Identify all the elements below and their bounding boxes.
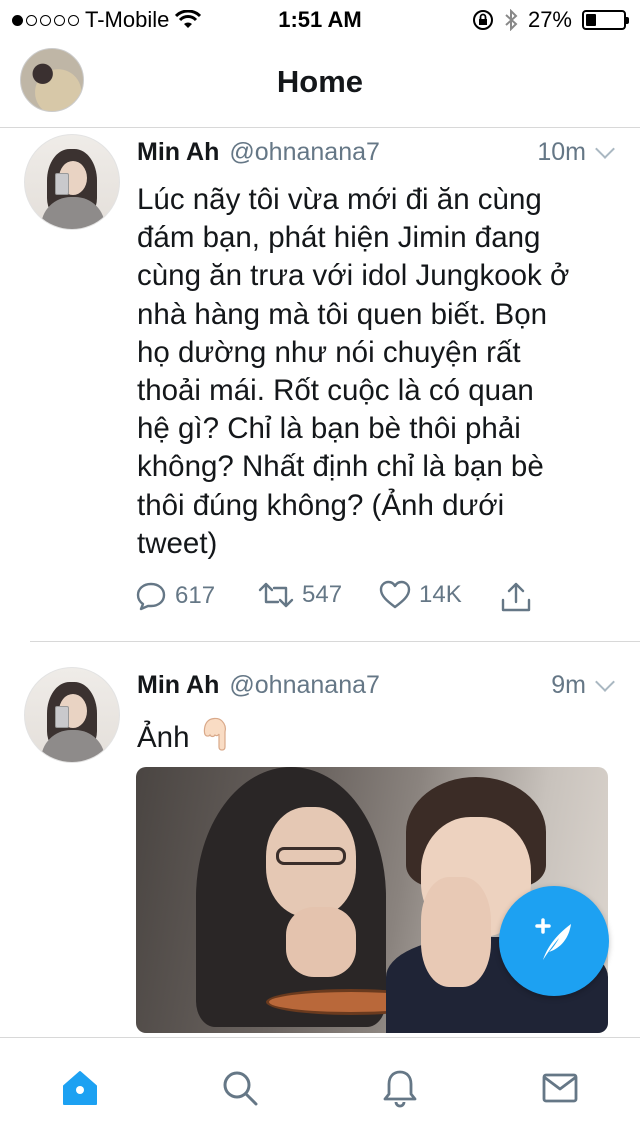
tweet-text-line: Ảnh bbox=[137, 720, 190, 754]
tweet-text-line: thoải mái. Rốt cuộc là có quan bbox=[137, 374, 534, 408]
home-icon bbox=[63, 1071, 97, 1105]
tweet-author-avatar[interactable] bbox=[24, 667, 120, 763]
tweet-text-line: đám bạn, phát hiện Jimin đang bbox=[137, 221, 541, 255]
share-button[interactable] bbox=[499, 580, 533, 614]
notifications-icon bbox=[383, 1070, 417, 1108]
tab-search[interactable] bbox=[218, 1066, 262, 1110]
chevron-down-icon[interactable] bbox=[595, 139, 615, 159]
tab-messages[interactable] bbox=[538, 1066, 582, 1110]
tweet-header: Min Ah @ohnanana7 10m bbox=[137, 136, 615, 168]
home-header: Home bbox=[0, 40, 640, 128]
tweet-header: Min Ah @ohnanana7 9m bbox=[137, 669, 615, 701]
reply-count: 617 bbox=[175, 582, 216, 609]
tweet-timestamp: 10m bbox=[537, 137, 586, 166]
like-count: 14K bbox=[419, 581, 462, 608]
status-bar: T-Mobile 1:51 AM 27% bbox=[0, 0, 640, 40]
orientation-lock-icon bbox=[472, 10, 493, 30]
tweet-text-line: hệ gì? Chỉ là bạn bè thôi phải bbox=[137, 412, 521, 446]
tweet-actions: 617 547 14K bbox=[135, 580, 605, 626]
messages-icon bbox=[542, 1073, 578, 1103]
tweet-timestamp: 9m bbox=[551, 670, 586, 699]
tweet-text: Ảnh bbox=[137, 716, 607, 762]
author-name[interactable]: Min Ah bbox=[137, 138, 219, 167]
reply-button[interactable]: 617 bbox=[135, 580, 215, 612]
compose-tweet-button[interactable] bbox=[499, 886, 609, 996]
tab-notifications[interactable] bbox=[378, 1066, 422, 1110]
tweet-divider bbox=[30, 641, 640, 642]
battery-icon bbox=[582, 10, 629, 30]
tweet-text-line: Lúc nãy tôi vừa mới đi ăn cùng bbox=[137, 183, 542, 216]
heart-icon bbox=[379, 580, 411, 609]
page-title: Home bbox=[276, 64, 364, 99]
tweet-text-line: cùng ăn trưa với idol Jungkook ở bbox=[137, 259, 570, 293]
author-name[interactable]: Min Ah bbox=[137, 671, 219, 700]
compose-tweet-icon bbox=[535, 918, 571, 960]
retweet-count: 547 bbox=[302, 581, 343, 608]
status-right: 27% bbox=[472, 7, 629, 33]
like-button[interactable]: 14K bbox=[379, 580, 462, 610]
reply-icon bbox=[136, 582, 166, 611]
chevron-down-icon[interactable] bbox=[595, 672, 615, 692]
tweet-text: Lúc nãy tôi vừa mới đi ăn cùng đám bạn, … bbox=[137, 181, 607, 563]
retweet-button[interactable]: 547 bbox=[258, 580, 342, 610]
author-handle[interactable]: @ohnanana7 bbox=[229, 671, 380, 700]
tab-home[interactable] bbox=[58, 1066, 102, 1110]
tweet-text-line: không? Nhất định chỉ là bạn bè bbox=[137, 450, 544, 484]
tweet-text-line: nhà hàng mà tôi quen biết. Bọn bbox=[137, 297, 548, 331]
pointing-down-hand-icon bbox=[198, 716, 232, 762]
tweet-text-line: tweet) bbox=[137, 526, 218, 560]
search-icon bbox=[223, 1071, 258, 1106]
tweet-author-avatar[interactable] bbox=[24, 134, 120, 230]
retweet-icon bbox=[258, 582, 294, 608]
tweet-text-line: họ dường như nói chuyện rất bbox=[137, 335, 521, 369]
battery-percent: 27% bbox=[527, 7, 572, 32]
bluetooth-icon bbox=[505, 9, 518, 31]
tweet-text-line: thôi đúng không? (Ảnh dưới bbox=[137, 488, 505, 522]
tab-bar bbox=[0, 1037, 640, 1136]
author-handle[interactable]: @ohnanana7 bbox=[229, 138, 380, 167]
battery-level bbox=[586, 14, 596, 26]
share-icon bbox=[501, 582, 531, 612]
